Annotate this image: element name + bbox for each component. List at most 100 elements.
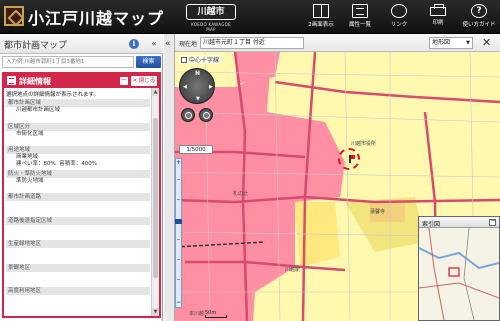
attribute-list-button[interactable]: 属性一覧 (341, 2, 379, 32)
zoom-tick (177, 239, 180, 240)
map-label-renkeiji: 蓮馨寺 (370, 209, 386, 215)
zoom-slider[interactable]: + − (175, 158, 182, 308)
two-pane-label: 2画面表示 (308, 22, 334, 28)
chevron-down-icon: ▼ (466, 40, 470, 46)
app-window: 小江戸川越マップ 川越市 KOEDO KAWAGOE MAP 2画面表示 属性一… (0, 0, 500, 321)
location-label: 現在地 (179, 41, 198, 48)
section-use-district: 用途地域 商業地域 建ぺい率：80% 容積率：400% (6, 146, 150, 170)
detail-info-header: 詳細情報 － ✕ 閉じる (4, 74, 159, 88)
scale-bar-line (205, 315, 227, 318)
location-field: 川越市元町１丁目 付近 (200, 37, 304, 49)
detail-scrollbar[interactable]: ▲ ▼ (151, 88, 159, 316)
scale-bar: 50m (205, 310, 247, 318)
pan-right-icon[interactable]: ▶ (209, 84, 213, 90)
location-bar: 現在地 川越市元町１丁目 付近 地形図 ▼ ✕ (175, 34, 500, 52)
help-icon (471, 4, 487, 18)
detail-info-body: 選択地点の詳細情報が表示されます。 都市計画区域 川越都市計画区域 区域区分 市… (4, 88, 159, 316)
app-header: 小江戸川越マップ 川越市 KOEDO KAWAGOE MAP 2画面表示 属性一… (0, 0, 500, 34)
section-city-planning-area: 都市計画区域 川越都市計画区域 (6, 99, 150, 123)
section-label: 防火・準防火地域 (6, 169, 150, 178)
map-canvas[interactable]: 川越市役所 札の辻 蓮馨寺 川越駅 本川越 中心十字線 N ▼ ◀ ▶ 1/50… (175, 52, 500, 321)
index-map-graphic (419, 228, 499, 320)
minimize-button[interactable]: － (120, 77, 128, 85)
brand-name: 川越市 (186, 4, 236, 20)
zoom-tick (177, 199, 180, 200)
zoom-plus-icon[interactable]: + (176, 159, 181, 167)
section-value: 商業地域 建ぺい率：80% 容積率：400% (16, 154, 97, 167)
map-label-station: 川越駅 (285, 267, 301, 273)
section-road-setback: 道路後退指定区域 (6, 216, 150, 241)
two-pane-button[interactable]: 2画面表示 (302, 2, 340, 32)
scroll-down-icon[interactable]: ▼ (152, 308, 159, 316)
section-label: 都市計画道路 (6, 193, 150, 201)
scroll-thumb[interactable] (153, 118, 158, 278)
basemap-value: 地形図 (432, 39, 451, 46)
zoom-tick (177, 179, 180, 180)
section-landscape-district: 景観地区 (6, 263, 150, 288)
north-indicator: N (195, 70, 201, 77)
panel-title: 都市計画マップ (4, 41, 68, 51)
attribute-list-label: 属性一覧 (348, 22, 371, 28)
index-map-minimize[interactable]: － (489, 219, 496, 226)
pan-control[interactable]: N ▼ ◀ ▶ (179, 68, 215, 104)
collapse-arrow-icon[interactable]: « (165, 39, 171, 49)
info-icon[interactable]: i (129, 39, 139, 49)
print-button[interactable]: 印刷 (419, 2, 457, 32)
left-panel-header: 都市計画マップ i « (0, 34, 163, 54)
detail-info-panel: 詳細情報 － ✕ 閉じる 選択地点の詳細情報が表示されます。 都市計画区域 川越… (2, 72, 161, 318)
section-label: 景観地区 (6, 263, 150, 272)
section-label: 道路後退指定区域 (6, 216, 150, 225)
selected-location-marker (338, 148, 360, 170)
pan-down-icon[interactable]: ▼ (196, 96, 200, 102)
two-pane-icon (313, 4, 329, 18)
section-label: 区域区分 (6, 122, 150, 131)
zoom-minus-icon[interactable]: − (176, 299, 181, 307)
map-label-city-hall: 川越市役所 (351, 141, 377, 147)
checkbox[interactable] (181, 57, 187, 63)
zoom-thumb[interactable] (175, 219, 182, 224)
map-label-fudanotsuji: 札の辻 (233, 191, 249, 197)
section-label: 生産緑地地区 (6, 240, 150, 248)
detail-info-note: 選択地点の詳細情報が表示されます。 (6, 92, 99, 98)
basemap-select[interactable]: 地形図 ▼ (429, 37, 473, 49)
collapse-panel-button[interactable]: « (148, 38, 160, 50)
left-panel: 都市計画マップ i « 検索 詳細情報 － ✕ 閉じる 選択地点の詳細情報が表示… (0, 34, 163, 321)
section-planned-road: 都市計画道路 (6, 193, 150, 217)
link-icon (391, 4, 407, 18)
crosshair-toggle[interactable]: 中心十字線 (179, 55, 222, 64)
zoom-out-icon[interactable] (199, 108, 213, 122)
close-detail-button[interactable]: ✕ 閉じる (131, 76, 157, 86)
zoom-tick (177, 259, 180, 260)
search-button[interactable]: 検索 (136, 56, 161, 68)
panel-toggle-strip[interactable]: « (164, 34, 175, 321)
pan-left-icon[interactable]: ◀ (183, 84, 187, 90)
print-icon (430, 4, 446, 16)
section-fire-prevention: 防火・準防火地域 準防火地域 (6, 169, 150, 194)
link-label: リンク (390, 22, 408, 28)
scale-readout: 1/5000 (179, 145, 213, 154)
link-button[interactable]: リンク (380, 2, 418, 32)
detail-sections: 都市計画区域 川越都市計画区域 区域区分 市街化区域 用途地域 商業地域 建ぺい… (6, 99, 150, 311)
app-title: 小江戸川越マップ (28, 9, 165, 28)
section-label: 高度利用地区 (6, 287, 150, 295)
map-label-honkawagoe: 本川越 (189, 311, 205, 317)
scroll-up-icon[interactable]: ▲ (152, 88, 159, 96)
zoom-buttons (181, 108, 215, 122)
document-icon (7, 76, 16, 85)
section-high-use-district: 高度利用地区 (6, 287, 150, 311)
address-search-input[interactable] (2, 56, 134, 68)
guide-label: 使い方ガイド (462, 22, 496, 28)
brand-badge: 川越市 KOEDO KAWAGOE MAP (186, 4, 236, 32)
index-map[interactable]: 索引図 － (418, 216, 500, 321)
detail-info-title: 詳細情報 (19, 77, 51, 86)
section-label: 都市計画区域 (6, 99, 150, 107)
section-value: 川越都市計画区域 (16, 107, 61, 113)
zoom-in-icon[interactable] (181, 108, 195, 122)
guide-button[interactable]: 使い方ガイド (458, 2, 500, 32)
address-search: 検索 (2, 56, 161, 68)
index-map-header: 索引図 － (419, 217, 499, 228)
print-label: 印刷 (432, 20, 444, 26)
section-label: 用途地域 (6, 146, 150, 154)
close-icon[interactable]: ✕ (482, 37, 491, 49)
city-emblem-icon (4, 6, 24, 26)
